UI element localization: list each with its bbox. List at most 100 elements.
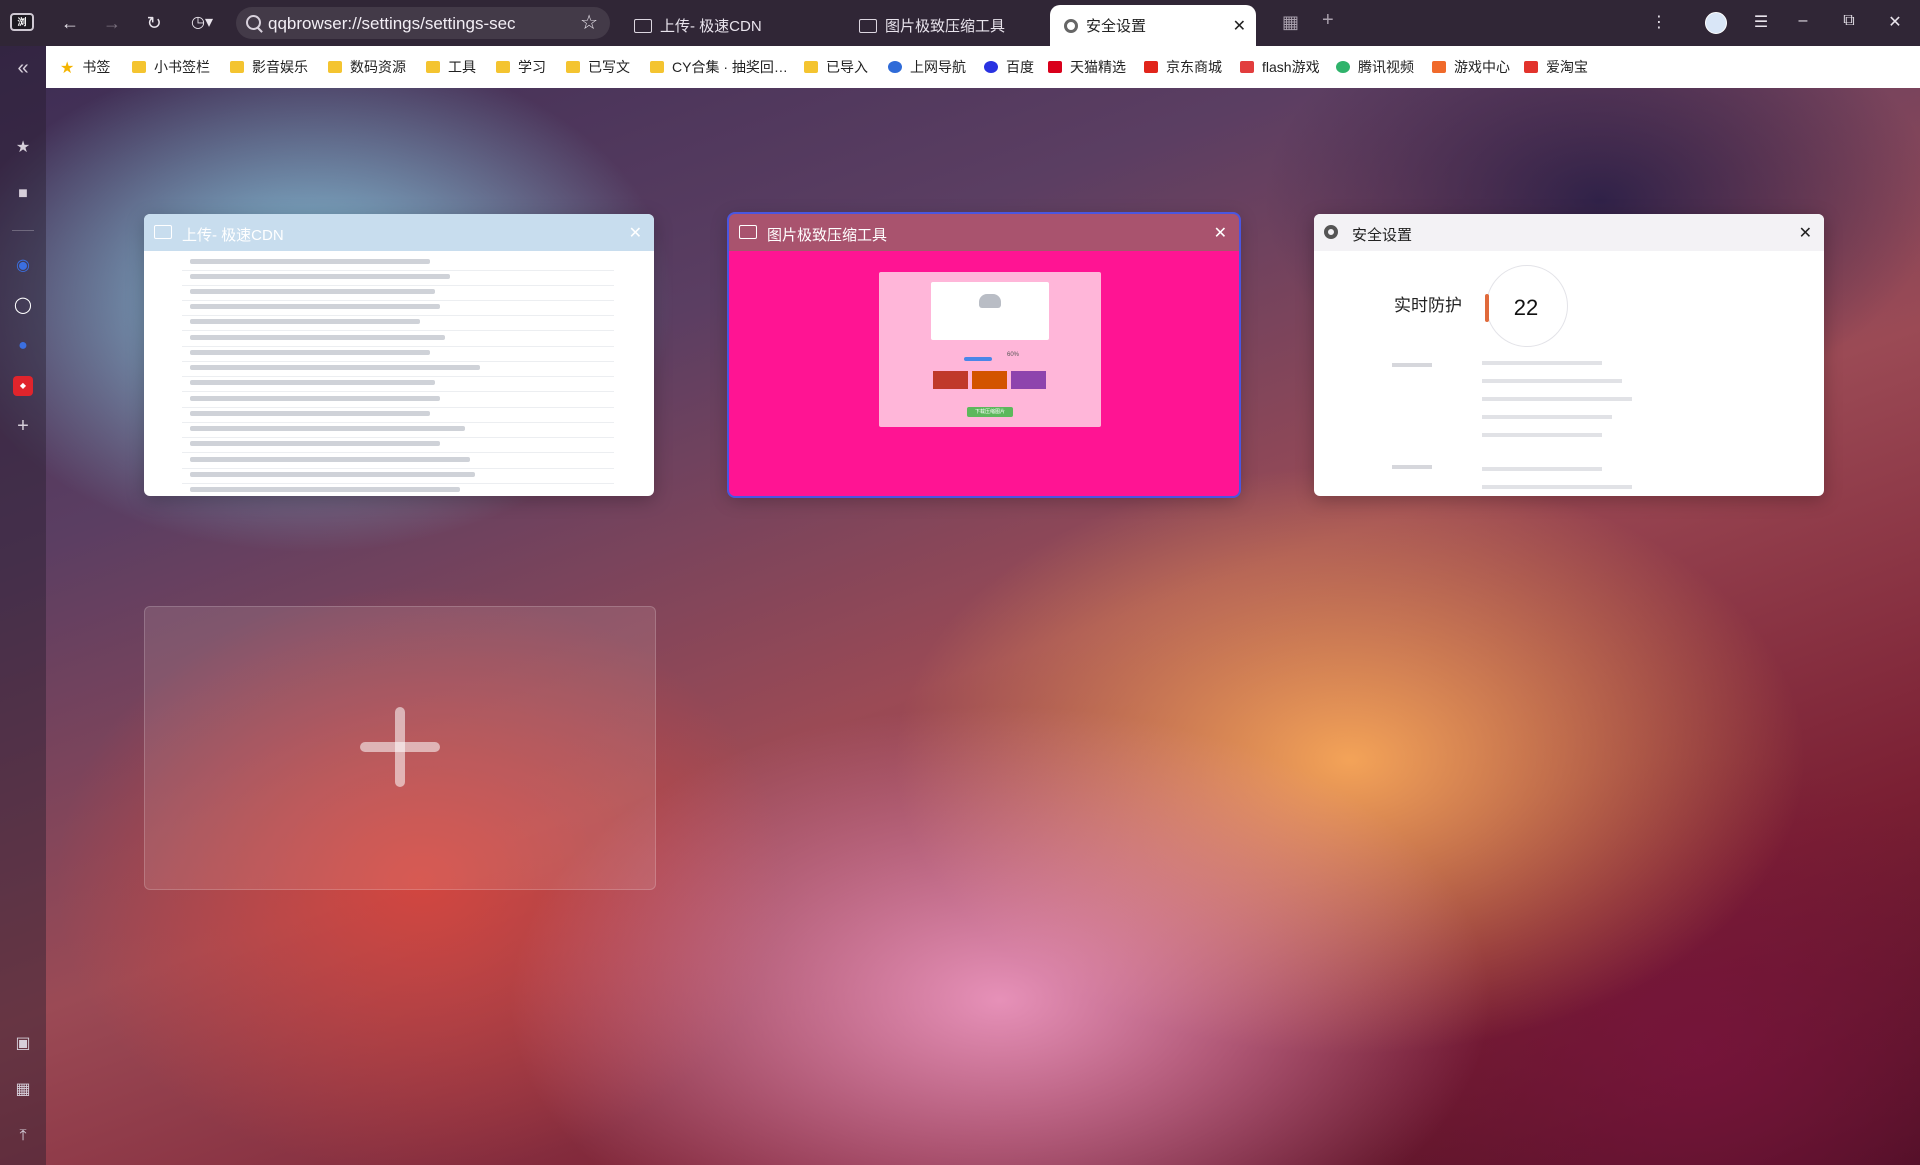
star-icon: ★ xyxy=(60,60,75,77)
thumbnail xyxy=(933,371,968,389)
bookmark-item[interactable]: 游戏中心 xyxy=(1432,46,1510,88)
tab-label: 安全设置 xyxy=(1086,18,1147,35)
download-folder-icon[interactable]: ▣ xyxy=(13,1034,33,1054)
folder-icon xyxy=(132,61,146,73)
xiaohongshu-icon[interactable]: ◆ xyxy=(13,376,33,396)
bookmark-item[interactable]: flash游戏 xyxy=(1240,46,1320,88)
close-card-icon[interactable]: ✕ xyxy=(629,223,642,243)
pin-icon[interactable]: ⤒ xyxy=(13,1126,33,1146)
tab-card-image-compress[interactable]: 图片极致压缩工具 ✕ 60% 下载压缩图片 xyxy=(727,212,1241,498)
card-preview: 60% 下载压缩图片 xyxy=(729,251,1239,496)
add-app-icon[interactable]: + xyxy=(13,416,33,436)
collapse-sidebar-icon[interactable]: « xyxy=(13,58,33,78)
bookmark-item[interactable]: 京东商城 xyxy=(1144,46,1222,88)
qq-browser-icon[interactable]: ◉ xyxy=(13,256,33,276)
star-icon[interactable]: ★ xyxy=(13,138,33,158)
card-preview xyxy=(144,251,654,496)
close-window-button[interactable]: ✕ xyxy=(1882,12,1908,32)
preview-line xyxy=(1482,485,1632,489)
bookmark-folder[interactable]: 数码资源 xyxy=(328,46,406,88)
tab-label: 图片极致压缩工具 xyxy=(885,18,1006,35)
bookmark-item[interactable]: 百度 xyxy=(984,46,1034,88)
card-title: 上传- 极速CDN xyxy=(182,227,284,244)
close-card-icon[interactable]: ✕ xyxy=(1214,223,1227,243)
bookmark-item[interactable]: 天猫精选 xyxy=(1048,46,1126,88)
bookmark-folder[interactable]: 已写文 xyxy=(566,46,630,88)
image-tool-icon xyxy=(859,18,877,33)
card-header: 上传- 极速CDN ✕ xyxy=(144,214,654,251)
flash-game-icon xyxy=(1240,61,1254,73)
restore-button[interactable]: ⧉ xyxy=(1836,12,1862,30)
image-tool-icon xyxy=(739,225,757,239)
bookmark-item[interactable]: 爱淘宝 xyxy=(1524,46,1588,88)
settings-gear-icon xyxy=(1324,225,1338,239)
app-icon[interactable]: ◯ xyxy=(13,296,33,316)
tab-upload-cdn[interactable]: 上传- 极速CDN xyxy=(620,5,840,46)
preview-line xyxy=(1482,379,1622,383)
bookmark-star-icon[interactable]: ☆ xyxy=(580,10,598,35)
browser-logo-icon[interactable]: 浏 xyxy=(10,13,34,31)
minimize-button[interactable]: – xyxy=(1790,12,1816,30)
sidebar-divider xyxy=(12,230,34,231)
tab-image-compress[interactable]: 图片极致压缩工具 xyxy=(845,5,1045,46)
preview-panel: 60% 下载压缩图片 xyxy=(879,272,1101,427)
sidebar: « ★ ■ ◉ ◯ ● ◆ + ▣ ▦ ⤒ xyxy=(0,46,46,1165)
tab-group-icon[interactable]: ▦ xyxy=(1282,12,1299,33)
folder-icon xyxy=(496,61,510,73)
bookmark-item[interactable]: 上网导航 xyxy=(888,46,966,88)
bookmark-folder[interactable]: 小书签栏 xyxy=(132,46,210,88)
bookmark-item[interactable]: 腾讯视频 xyxy=(1336,46,1414,88)
game-center-icon xyxy=(1432,61,1446,73)
bookmark-folder[interactable]: 影音娱乐 xyxy=(230,46,308,88)
security-score: 22 xyxy=(1513,295,1539,320)
taobao-icon xyxy=(1524,61,1538,73)
tab-security-settings[interactable]: 安全设置 ✕ xyxy=(1050,5,1256,46)
bookmark-folder[interactable]: 学习 xyxy=(496,46,546,88)
preview-line xyxy=(1482,397,1632,401)
download-button: 下载压缩图片 xyxy=(967,407,1013,417)
preview-line xyxy=(1482,361,1602,365)
new-tab-button[interactable]: + xyxy=(1322,9,1334,32)
tmall-icon xyxy=(1048,61,1062,73)
nav-icon xyxy=(888,61,902,73)
bookmark-folder[interactable]: 已导入 xyxy=(804,46,868,88)
folder-icon xyxy=(230,61,244,73)
bookmark-folder[interactable]: 工具 xyxy=(426,46,476,88)
folder-icon[interactable]: ■ xyxy=(13,184,33,204)
reload-button[interactable]: ↻ xyxy=(142,11,166,35)
history-button[interactable]: ◷▾ xyxy=(184,11,220,35)
preview-line xyxy=(1392,465,1432,469)
close-card-icon[interactable]: ✕ xyxy=(1799,223,1812,243)
address-bar[interactable]: qqbrowser://settings/settings-sec ☆ xyxy=(236,7,610,39)
baidu-icon[interactable]: ● xyxy=(13,336,33,356)
add-tab-card[interactable] xyxy=(144,606,656,890)
image-icon xyxy=(634,18,652,33)
card-header: 图片极致压缩工具 ✕ xyxy=(729,214,1239,251)
bookmark-folder[interactable]: CY合集 · 抽奖回… xyxy=(650,46,788,88)
thumbnail xyxy=(1011,371,1046,389)
tencent-video-icon xyxy=(1336,61,1350,73)
quality-percent: 60% xyxy=(1007,352,1020,358)
card-header: 安全设置 ✕ xyxy=(1314,214,1824,251)
tab-label: 上传- 极速CDN xyxy=(660,18,762,35)
close-tab-icon[interactable]: ✕ xyxy=(1233,16,1246,36)
address-text[interactable]: qqbrowser://settings/settings-sec xyxy=(268,14,568,34)
security-heading: 实时防护 xyxy=(1394,296,1462,315)
upload-box xyxy=(931,282,1049,340)
jd-icon xyxy=(1144,61,1158,73)
main-menu-icon[interactable]: ☰ xyxy=(1748,12,1774,32)
bookmark-item[interactable]: ★ 书签 xyxy=(60,46,110,88)
folder-icon xyxy=(566,61,580,73)
folder-icon xyxy=(804,61,818,73)
folder-icon xyxy=(650,61,664,73)
toolbox-icon[interactable]: ▦ xyxy=(13,1080,33,1100)
tab-card-upload-cdn[interactable]: 上传- 极速CDN ✕ xyxy=(144,214,654,496)
user-avatar[interactable] xyxy=(1705,12,1727,34)
forward-button[interactable]: → xyxy=(100,11,124,35)
preview-line xyxy=(1482,433,1602,437)
plus-icon xyxy=(360,742,440,752)
settings-gear-icon xyxy=(1064,18,1078,33)
more-menu-icon[interactable]: ⋮ xyxy=(1646,12,1672,32)
tab-card-security-settings[interactable]: 安全设置 ✕ 实时防护 22 xyxy=(1314,214,1824,496)
back-button[interactable]: ← xyxy=(58,11,82,35)
